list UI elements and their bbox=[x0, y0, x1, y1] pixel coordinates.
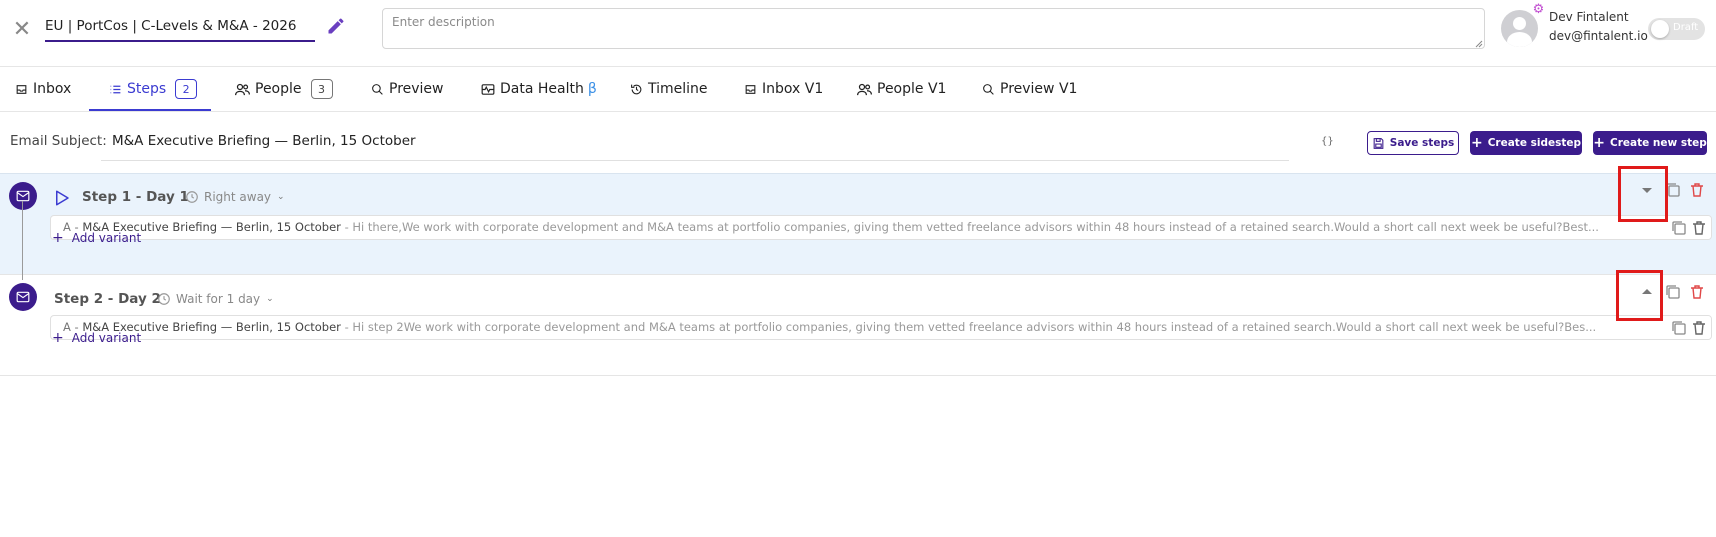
clock-icon bbox=[158, 293, 170, 305]
duplicate-variant-icon[interactable] bbox=[1671, 220, 1687, 236]
create-new-step-button[interactable]: + Create new step bbox=[1593, 131, 1707, 155]
description-input[interactable] bbox=[382, 8, 1485, 49]
duplicate-step-icon[interactable] bbox=[1665, 284, 1681, 300]
chevron-down-icon: ⌄ bbox=[277, 192, 285, 202]
search-icon bbox=[372, 83, 383, 95]
step-title: Step 2 - Day 2 bbox=[54, 291, 161, 307]
create-new-step-label: Create new step bbox=[1609, 137, 1707, 149]
save-icon bbox=[1373, 137, 1384, 149]
step-card-2[interactable]: Step 2 - Day 2 Wait for 1 day ⌄ A - M&A … bbox=[0, 274, 1716, 376]
tab-label: Inbox V1 bbox=[762, 81, 824, 97]
email-step-icon bbox=[9, 182, 37, 210]
delete-variant-icon[interactable] bbox=[1691, 320, 1707, 336]
variant-row[interactable]: A - M&A Executive Briefing — Berlin, 15 … bbox=[50, 215, 1712, 240]
step-timing-dropdown[interactable]: Right away ⌄ bbox=[185, 190, 285, 204]
step-title: Step 1 - Day 1 bbox=[82, 189, 189, 205]
delete-step-icon[interactable] bbox=[1689, 182, 1705, 198]
settings-badge-icon: ⚙ bbox=[1532, 2, 1545, 17]
beta-badge: β bbox=[587, 81, 597, 97]
duplicate-variant-icon[interactable] bbox=[1671, 320, 1687, 336]
step-connector-line bbox=[22, 201, 23, 280]
highlight-box bbox=[1616, 270, 1663, 321]
tab-label: People V1 bbox=[877, 81, 947, 97]
tab-preview[interactable]: Preview bbox=[371, 67, 444, 111]
tab-label: Data Health bbox=[500, 81, 584, 97]
draft-toggle[interactable]: Draft bbox=[1648, 18, 1705, 40]
plus-icon: + bbox=[52, 330, 64, 346]
add-variant-button[interactable]: + Add variant bbox=[52, 230, 141, 246]
tab-people[interactable]: People 3 bbox=[235, 67, 333, 111]
tab-inbox-v1[interactable]: Inbox V1 bbox=[744, 67, 823, 111]
tab-steps[interactable]: Steps 2 bbox=[89, 67, 212, 111]
email-step-icon bbox=[9, 283, 37, 311]
delete-variant-icon[interactable] bbox=[1691, 220, 1707, 236]
steps-count-badge: 2 bbox=[175, 79, 198, 99]
tab-people-v1[interactable]: People V1 bbox=[857, 67, 946, 111]
clock-icon bbox=[186, 191, 198, 203]
delete-step-icon[interactable] bbox=[1689, 284, 1705, 300]
play-icon[interactable] bbox=[53, 189, 71, 207]
email-subject-label: Email Subject: bbox=[10, 133, 107, 149]
tab-label: Preview bbox=[389, 81, 444, 97]
user-email: dev@fintalent.io bbox=[1549, 29, 1648, 43]
step-card-1[interactable]: Step 1 - Day 1 Right away ⌄ A - M&A Exec… bbox=[0, 173, 1716, 274]
resize-grip-icon[interactable] bbox=[1474, 39, 1483, 48]
tab-label: Timeline bbox=[648, 81, 708, 97]
tabs-divider bbox=[0, 111, 1716, 112]
subject-underline bbox=[101, 160, 1289, 161]
tab-label: People bbox=[255, 81, 302, 97]
create-sidestep-button[interactable]: + Create sidestep bbox=[1470, 131, 1582, 155]
history-icon bbox=[631, 84, 642, 94]
step-timing-label: Right away bbox=[204, 190, 272, 204]
highlight-box bbox=[1618, 166, 1668, 222]
tab-label: Steps bbox=[127, 81, 167, 97]
toggle-label: Draft bbox=[1673, 22, 1699, 33]
user-name: Dev Fintalent bbox=[1549, 10, 1629, 24]
campaign-title[interactable]: EU | PortCos | C-Levels & M&A - 2026 bbox=[45, 14, 315, 38]
toggle-knob bbox=[1651, 20, 1669, 38]
tab-timeline[interactable]: Timeline bbox=[630, 67, 708, 111]
tab-inbox[interactable]: Inbox bbox=[15, 67, 71, 111]
tab-data-health[interactable]: Data Health β bbox=[481, 67, 597, 111]
plus-icon: + bbox=[52, 230, 64, 246]
tab-label: Preview V1 bbox=[1000, 81, 1078, 97]
variant-preview: - Hi step 2We work with corporate develo… bbox=[340, 320, 1597, 334]
pencil-icon[interactable] bbox=[326, 16, 346, 36]
data-health-icon bbox=[481, 83, 495, 95]
plus-icon: + bbox=[1593, 135, 1605, 151]
add-variant-label: Add variant bbox=[71, 231, 142, 245]
plus-icon: + bbox=[1470, 135, 1483, 151]
create-sidestep-label: Create sidestep bbox=[1487, 137, 1581, 149]
list-icon bbox=[110, 85, 121, 93]
save-steps-label: Save steps bbox=[1389, 137, 1455, 149]
variant-row[interactable]: A - M&A Executive Briefing — Berlin, 15 … bbox=[50, 315, 1712, 340]
close-icon[interactable]: ✕ bbox=[12, 19, 32, 41]
variant-preview: - Hi there,We work with corporate develo… bbox=[340, 220, 1599, 234]
people-icon bbox=[235, 83, 250, 95]
save-steps-button[interactable]: Save steps bbox=[1367, 131, 1459, 155]
add-variant-label: Add variant bbox=[71, 331, 142, 345]
tab-bar: Inbox Steps 2 People 3 Preview Data Heal… bbox=[0, 67, 1716, 111]
step-timing-label: Wait for 1 day bbox=[176, 292, 261, 306]
step-timing-dropdown[interactable]: Wait for 1 day ⌄ bbox=[157, 292, 274, 306]
campaign-title-field[interactable]: EU | PortCos | C-Levels & M&A - 2026 bbox=[45, 14, 315, 42]
email-subject-input[interactable]: M&A Executive Briefing — Berlin, 15 Octo… bbox=[112, 133, 416, 149]
search-icon bbox=[983, 83, 994, 95]
chevron-down-icon: ⌄ bbox=[266, 294, 274, 304]
inbox-icon bbox=[745, 84, 756, 94]
people-icon bbox=[857, 83, 872, 95]
variables-button[interactable]: {} bbox=[1321, 136, 1334, 147]
add-variant-button[interactable]: + Add variant bbox=[52, 330, 141, 346]
tab-preview-v1[interactable]: Preview V1 bbox=[982, 67, 1077, 111]
tab-label: Inbox bbox=[33, 81, 72, 97]
inbox-icon bbox=[16, 84, 27, 94]
people-count-badge: 3 bbox=[310, 79, 333, 99]
